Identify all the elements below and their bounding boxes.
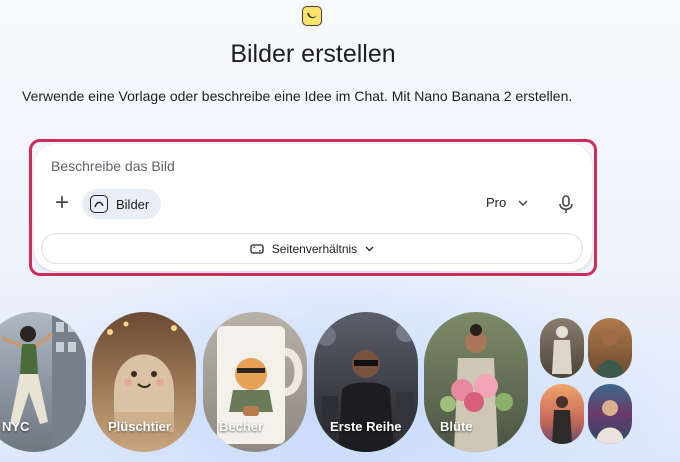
prompt-box[interactable]: Beschreibe das Bild + Bilder Pro Seitenv… xyxy=(34,144,592,271)
template-thumb-sunset[interactable] xyxy=(540,384,584,444)
template-label: Plüschtier xyxy=(108,419,171,434)
template-thumb-stained-glass[interactable] xyxy=(588,384,632,444)
bilder-tool-chip[interactable]: Bilder xyxy=(82,189,162,219)
model-label: Pro xyxy=(486,195,507,210)
template-card-bluete[interactable]: Blüte xyxy=(424,312,528,452)
model-selector[interactable]: Pro xyxy=(486,195,528,210)
page-title: Bilder erstellen xyxy=(230,40,396,68)
template-card-becher[interactable]: Becher xyxy=(203,312,307,452)
bilder-tool-label: Bilder xyxy=(116,196,150,212)
template-image xyxy=(552,326,572,374)
chevron-down-icon xyxy=(365,246,374,251)
template-label: Becher xyxy=(219,419,264,434)
banana-icon xyxy=(302,6,322,26)
template-label: Erste Reihe xyxy=(330,419,402,434)
aspect-ratio-label: Seitenverhältnis xyxy=(271,241,358,256)
template-image xyxy=(596,330,624,378)
template-card-nyc[interactable]: NYC xyxy=(0,312,86,452)
microphone-icon[interactable] xyxy=(557,194,575,214)
template-image xyxy=(552,396,572,444)
page-subtitle: Verwende eine Vorlage oder beschreibe ei… xyxy=(22,88,573,104)
template-label: Blüte xyxy=(440,419,473,434)
template-thumb-portrait[interactable] xyxy=(588,318,632,378)
chevron-down-icon xyxy=(518,199,528,206)
template-card-erste-reihe[interactable]: Erste Reihe xyxy=(314,312,418,452)
image-icon xyxy=(90,195,108,213)
aspect-ratio-icon xyxy=(250,243,264,254)
prompt-input[interactable]: Beschreibe das Bild xyxy=(51,158,175,174)
aspect-ratio-button[interactable]: Seitenverhältnis xyxy=(41,233,583,264)
template-thumb-statue[interactable] xyxy=(540,318,584,378)
template-label: NYC xyxy=(2,419,30,434)
template-card-plueschtier[interactable]: Plüschtier xyxy=(92,312,196,452)
plus-icon[interactable]: + xyxy=(52,191,72,215)
template-image xyxy=(596,400,624,444)
